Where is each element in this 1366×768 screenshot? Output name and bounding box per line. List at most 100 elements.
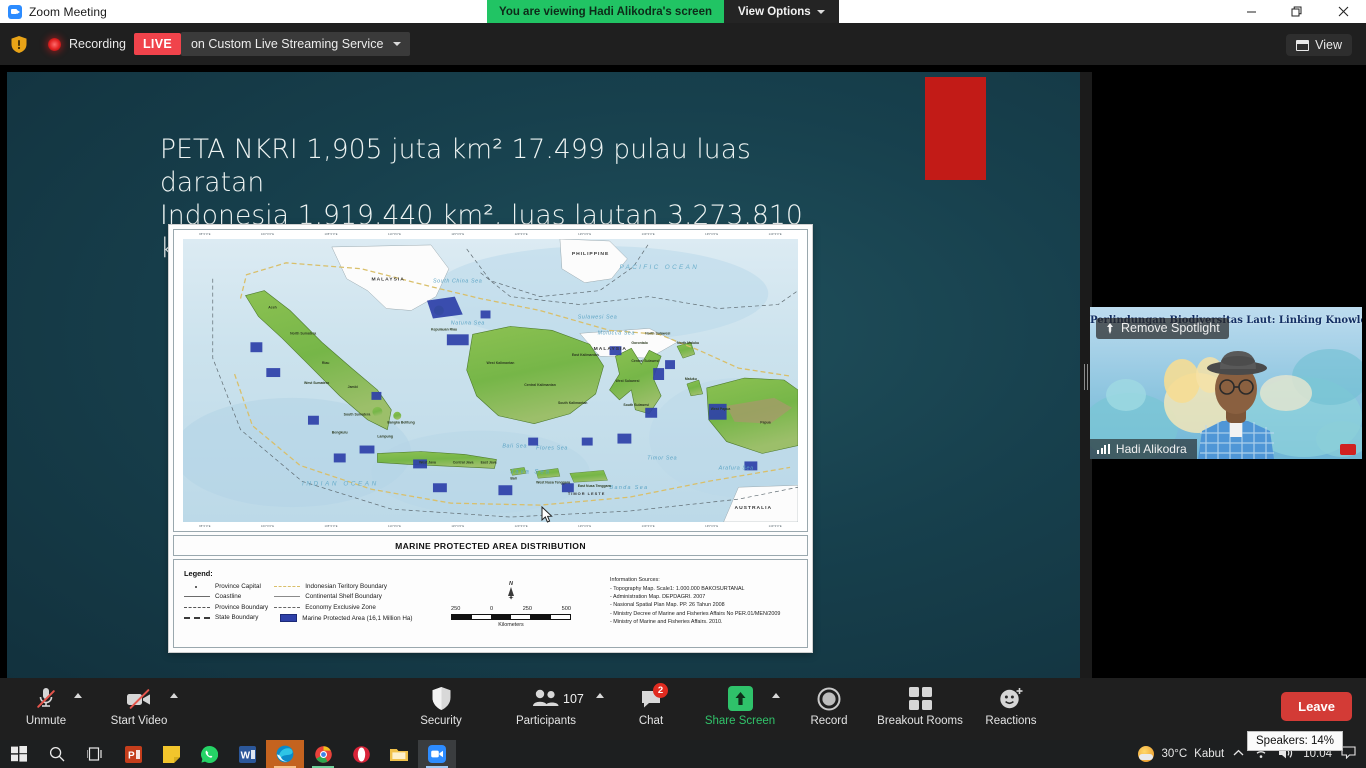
start-button[interactable] xyxy=(0,740,38,768)
recording-indicator[interactable]: Recording xyxy=(48,37,126,51)
view-layout-icon xyxy=(1296,39,1310,51)
svg-text:AUSTRALIA: AUSTRALIA xyxy=(735,505,773,511)
legend-item: Indonesian Teritory Boundary xyxy=(274,583,412,590)
map-image: 95°0'0"E 100°0'0"E 105°0'0"E 110°0'0"E 1… xyxy=(168,224,813,653)
scale-number: 250 xyxy=(451,606,461,613)
record-button[interactable]: Record xyxy=(783,685,875,728)
legend-group-left: Province Capital Coastline Province Boun… xyxy=(184,583,268,622)
share-options-chevron-icon[interactable] xyxy=(772,693,780,698)
svg-text:West Sumatera: West Sumatera xyxy=(304,381,329,385)
edge-icon[interactable] xyxy=(266,740,304,768)
notifications-icon[interactable] xyxy=(1341,746,1356,762)
map-tick: 95°0'0"E xyxy=(199,525,211,528)
map-tick: 105°0'0"E xyxy=(324,233,338,236)
whatsapp-icon[interactable] xyxy=(190,740,228,768)
svg-text:Molucca Sea: Molucca Sea xyxy=(598,330,635,336)
svg-text:MALAYSIA: MALAYSIA xyxy=(594,346,627,352)
security-button[interactable]: Security xyxy=(395,685,487,728)
audio-options-chevron-icon[interactable] xyxy=(74,693,82,698)
svg-text:South Kalimantan: South Kalimantan xyxy=(558,401,587,405)
map-latitude-ticks-right xyxy=(798,230,807,531)
svg-text:East Nusa Tenggara: East Nusa Tenggara xyxy=(578,484,611,488)
svg-text:Central Java: Central Java xyxy=(453,460,474,464)
map-canvas: South China Sea PACIFIC OCEAN Natuna Sea… xyxy=(183,239,798,522)
zoom-app-icon[interactable] xyxy=(418,740,456,768)
share-screen-label: Share Screen xyxy=(704,715,776,727)
svg-text:TIMOR LESTE: TIMOR LESTE xyxy=(568,491,605,496)
remove-spotlight-label: Remove Spotlight xyxy=(1121,321,1220,335)
legend-label: Economy Exclusive Zone xyxy=(305,603,376,611)
chrome-icon[interactable] xyxy=(304,740,342,768)
folder-icon[interactable] xyxy=(380,740,418,768)
record-circle-icon xyxy=(783,685,875,712)
svg-text:North Sulawesi: North Sulawesi xyxy=(645,331,670,335)
territory-boundary-symbol-icon xyxy=(274,583,301,590)
remove-spotlight-button[interactable]: Remove Spotlight xyxy=(1096,318,1229,339)
legend-label: Province Capital xyxy=(215,583,261,590)
svg-text:Bali: Bali xyxy=(510,476,516,480)
window-buttons xyxy=(1228,0,1366,23)
province-capital-symbol-icon xyxy=(184,583,210,590)
share-screen-button[interactable]: Share Screen xyxy=(694,685,786,728)
start-video-button[interactable]: Start Video xyxy=(93,685,185,728)
legend-label: Indonesian Teritory Boundary xyxy=(305,583,388,590)
security-label: Security xyxy=(420,715,462,727)
map-tick: 100°0'0"E xyxy=(261,233,275,236)
reactions-button[interactable]: Reactions xyxy=(965,685,1057,728)
recording-label: Recording xyxy=(69,37,126,51)
legend-item: Coastline xyxy=(184,593,268,600)
svg-text:Riau: Riau xyxy=(322,361,330,365)
participant-video-tile[interactable]: Perlindungan Biodiversitas Laut: Linking… xyxy=(1090,307,1362,459)
search-icon[interactable] xyxy=(38,740,76,768)
north-arrow-icon: N ✦ xyxy=(508,580,514,602)
video-options-chevron-icon[interactable] xyxy=(170,693,178,698)
svg-text:Banda Sea: Banda Sea xyxy=(610,485,649,491)
live-service-dropdown[interactable]: on Custom Live Streaming Service xyxy=(180,32,411,56)
legend-item: Province Capital xyxy=(184,583,268,590)
leave-button[interactable]: Leave xyxy=(1281,692,1352,721)
mouse-cursor-icon xyxy=(541,505,553,529)
participant-name-badge: Hadi Alikodra xyxy=(1090,439,1197,459)
map-tick: 95°0'0"E xyxy=(199,233,211,236)
scale-number: 250 xyxy=(522,606,533,613)
source-line: - Nasional Spatial Plan Map. PP. 26 Tahu… xyxy=(610,602,725,609)
source-line: - Topography Map. Scale1: 1.000.000 BAKO… xyxy=(610,585,745,592)
map-legend-box: Legend: Province Capital Coastline Provi… xyxy=(173,559,808,648)
powerpoint-icon[interactable]: P xyxy=(114,740,152,768)
opera-icon[interactable] xyxy=(342,740,380,768)
maximize-button[interactable] xyxy=(1274,0,1320,23)
map-tick: 140°0'0"E xyxy=(768,525,782,528)
task-view-icon[interactable] xyxy=(76,740,114,768)
svg-text:West Sulawesi: West Sulawesi xyxy=(615,379,639,383)
map-tick: 115°0'0"E xyxy=(451,525,465,528)
view-options-label: View Options xyxy=(738,5,811,18)
breakout-rooms-button[interactable]: Breakout Rooms xyxy=(874,685,966,728)
weather-widget[interactable]: 30°C Kabut xyxy=(1138,746,1224,762)
slide-accent-block xyxy=(925,77,986,180)
chevron-up-icon[interactable] xyxy=(1233,748,1244,760)
unmute-button[interactable]: Unmute xyxy=(0,685,92,728)
reactions-label: Reactions xyxy=(985,715,1037,727)
close-button[interactable] xyxy=(1320,0,1366,23)
svg-text:South Sumatera: South Sumatera xyxy=(344,413,371,417)
shared-screen-stage[interactable]: PETA NKRI 1,905 juta km² 17.499 pulau lu… xyxy=(7,72,1080,682)
audio-level-icon xyxy=(1097,444,1110,454)
participants-chevron-icon[interactable] xyxy=(596,693,604,698)
word-icon[interactable]: W xyxy=(228,740,266,768)
view-options-button[interactable]: View Options xyxy=(724,0,839,23)
security-shield-icon[interactable] xyxy=(10,35,28,54)
camera-muted-icon xyxy=(93,685,185,712)
chat-button[interactable]: Chat xyxy=(605,685,697,728)
svg-text:Bali Sea: Bali Sea xyxy=(502,444,527,450)
scale-unit-label: Kilometers xyxy=(498,622,524,629)
map-tick: 130°0'0"E xyxy=(641,233,655,236)
map-longitude-ticks-bottom: 95°0'0"E 100°0'0"E 105°0'0"E 110°0'0"E 1… xyxy=(174,522,807,531)
legend-item: Province Boundary xyxy=(184,604,268,611)
svg-text:Aceh: Aceh xyxy=(268,306,276,310)
svg-text:Flores Sea: Flores Sea xyxy=(536,446,568,452)
sticky-notes-icon[interactable] xyxy=(152,740,190,768)
view-layout-button[interactable]: View xyxy=(1286,34,1352,56)
svg-text:West Nusa Tenggara: West Nusa Tenggara xyxy=(536,480,570,484)
chevron-down-icon xyxy=(816,9,825,14)
minimize-button[interactable] xyxy=(1228,0,1274,23)
